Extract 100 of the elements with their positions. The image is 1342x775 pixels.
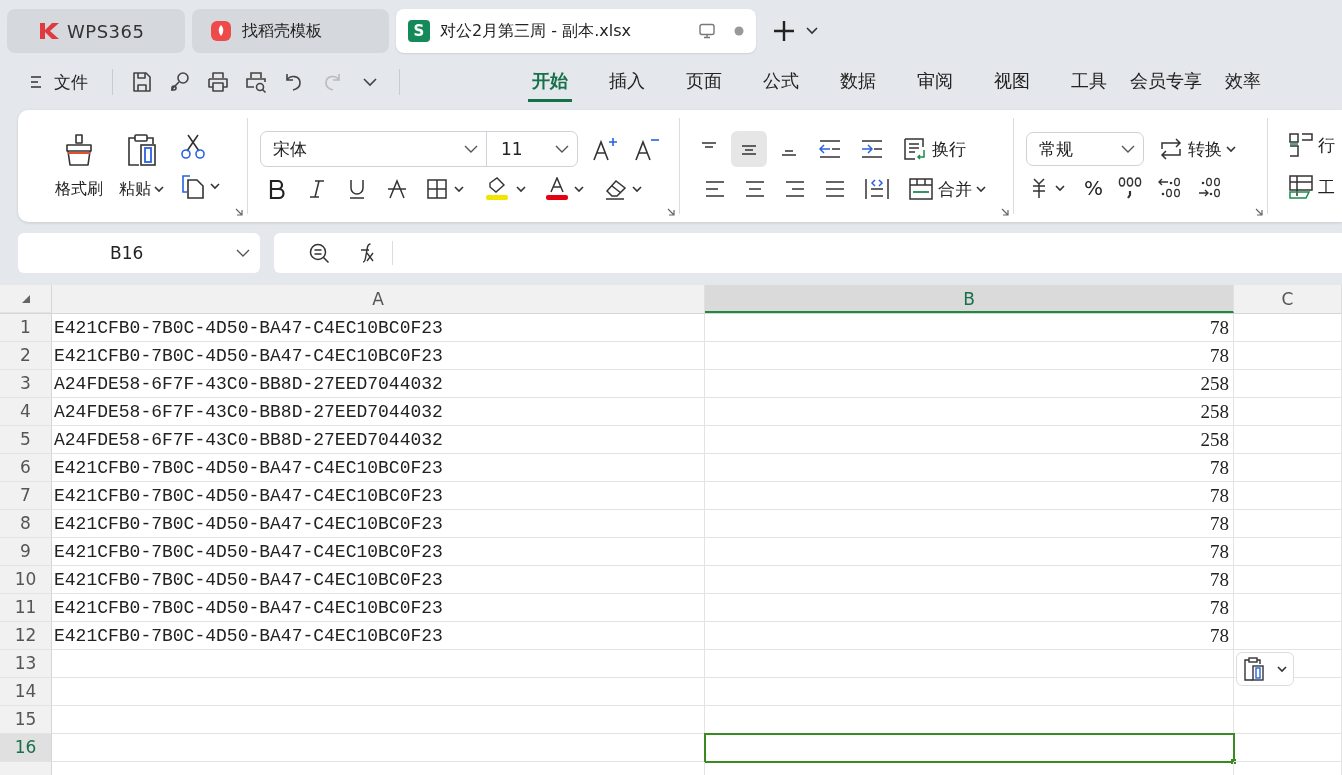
- menu-icon: [30, 74, 42, 90]
- table-cell: 258: [705, 426, 1234, 454]
- rows-columns-button[interactable]: 行: [1288, 132, 1335, 158]
- row-header[interactable]: 8: [0, 510, 52, 538]
- table-cell: 78: [705, 538, 1234, 566]
- convert-button[interactable]: 转换: [1158, 137, 1236, 161]
- scissors-icon[interactable]: [180, 133, 206, 159]
- table-cell: 78: [705, 594, 1234, 622]
- row-header[interactable]: 3: [0, 370, 52, 398]
- table-cell: 258: [705, 398, 1234, 426]
- table-cell: A24FDE58-6F7F-43C0-BB8D-27EED7044032: [52, 370, 705, 398]
- document-tab[interactable]: WPS365: [7, 9, 185, 53]
- chevron-down-icon[interactable]: [806, 27, 818, 35]
- merge-button[interactable]: 合并: [908, 177, 986, 201]
- justify-icon[interactable]: [824, 178, 846, 200]
- indent-icon[interactable]: [860, 138, 884, 160]
- align-center-icon[interactable]: [744, 178, 766, 200]
- eraser-icon[interactable]: [604, 177, 644, 201]
- row-header[interactable]: 6: [0, 454, 52, 482]
- column-header[interactable]: B: [705, 285, 1234, 313]
- row-header[interactable]: 4: [0, 398, 52, 426]
- thousands-separator-icon[interactable]: [1117, 176, 1143, 200]
- save-icon[interactable]: [130, 70, 154, 94]
- row-header[interactable]: 1: [0, 314, 52, 342]
- table-cell: A24FDE58-6F7F-43C0-BB8D-27EED7044032: [52, 426, 705, 454]
- corner-triangle-icon: [20, 294, 31, 304]
- ribbon-tab[interactable]: 数据: [819, 62, 896, 102]
- file-menu[interactable]: 文件: [30, 70, 88, 94]
- active-cell[interactable]: [705, 734, 1234, 762]
- format-painter-button[interactable]: 格式刷: [55, 132, 103, 200]
- document-tab[interactable]: S 对公2月第三周 - 副本.xlsx: [396, 9, 756, 53]
- ribbon-tab[interactable]: 插入: [588, 62, 665, 102]
- vertical-align-button[interactable]: [731, 131, 767, 167]
- distribute-icon[interactable]: [864, 177, 890, 201]
- formula-field[interactable]: [274, 233, 1342, 273]
- strikethrough-icon[interactable]: [386, 178, 408, 200]
- copy-icon[interactable]: [180, 173, 220, 199]
- number-format-select[interactable]: 常规: [1026, 132, 1144, 166]
- wrap-text-button[interactable]: 换行: [902, 136, 966, 162]
- fill-color-icon[interactable]: [484, 177, 528, 201]
- table-cell: E421CFB0-7B0C-4D50-BA47-C4EC10BC0F23: [52, 622, 705, 650]
- decrease-font-icon[interactable]: [634, 136, 662, 162]
- align-left-icon[interactable]: [704, 178, 726, 200]
- expand-icon[interactable]: [1255, 208, 1263, 216]
- key-icon[interactable]: [168, 70, 192, 94]
- expand-icon[interactable]: [235, 208, 243, 216]
- increase-font-icon[interactable]: [592, 136, 620, 162]
- row-header[interactable]: 10: [0, 566, 52, 594]
- table-cell: E421CFB0-7B0C-4D50-BA47-C4EC10BC0F23: [52, 482, 705, 510]
- ribbon-tab[interactable]: 工具: [1050, 62, 1127, 102]
- font-color-icon[interactable]: [546, 177, 586, 201]
- document-tab[interactable]: 找稻壳模板: [192, 9, 389, 53]
- tab-label: 对公2月第三周 - 副本.xlsx: [440, 20, 632, 42]
- name-box[interactable]: B16: [18, 233, 260, 273]
- print-icon[interactable]: [206, 70, 230, 94]
- expand-icon[interactable]: [667, 208, 675, 216]
- monitor-icon[interactable]: [698, 23, 716, 39]
- row-header[interactable]: 2: [0, 342, 52, 370]
- print-preview-icon[interactable]: [244, 70, 268, 94]
- ribbon-tab[interactable]: 效率: [1204, 62, 1281, 102]
- row-header[interactable]: 16: [0, 734, 52, 762]
- new-tab-icon[interactable]: [773, 20, 795, 42]
- table-cell: E421CFB0-7B0C-4D50-BA47-C4EC10BC0F23: [52, 594, 705, 622]
- ribbon-tab[interactable]: 页面: [665, 62, 742, 102]
- ribbon-tab[interactable]: 审阅: [896, 62, 973, 102]
- worksheet-button[interactable]: 工: [1288, 174, 1335, 200]
- expand-icon[interactable]: [1001, 208, 1009, 216]
- ribbon-tab[interactable]: 会员专享: [1127, 62, 1204, 102]
- ribbon-tab[interactable]: 开始: [528, 62, 572, 102]
- chevron-down-icon: [236, 249, 250, 257]
- table-cell: 78: [705, 454, 1234, 482]
- outdent-icon[interactable]: [818, 138, 842, 160]
- row-header[interactable]: 7: [0, 482, 52, 510]
- row-header[interactable]: 15: [0, 706, 52, 734]
- ribbon-tab[interactable]: 公式: [742, 62, 819, 102]
- table-cell: 258: [705, 370, 1234, 398]
- rows-columns-icon: [1288, 132, 1314, 158]
- paste-button[interactable]: 粘贴: [119, 132, 164, 200]
- table-cell: 78: [705, 622, 1234, 650]
- row-header[interactable]: 9: [0, 538, 52, 566]
- paste-options-button[interactable]: [1236, 652, 1294, 686]
- merge-cells-icon: [908, 177, 934, 201]
- row-header[interactable]: 11: [0, 594, 52, 622]
- row-header[interactable]: 13: [0, 650, 52, 678]
- wrap-text-icon: [902, 136, 928, 162]
- table-cell: E421CFB0-7B0C-4D50-BA47-C4EC10BC0F23: [52, 510, 705, 538]
- table-cell: E421CFB0-7B0C-4D50-BA47-C4EC10BC0F23: [52, 538, 705, 566]
- row-header[interactable]: 5: [0, 426, 52, 454]
- increase-decimal-icon[interactable]: [1197, 176, 1223, 200]
- align-right-icon[interactable]: [784, 178, 806, 200]
- borders-icon[interactable]: [426, 178, 466, 200]
- zoom-out-icon[interactable]: [308, 242, 330, 264]
- ribbon-tab[interactable]: 视图: [973, 62, 1050, 102]
- row-header[interactable]: 12: [0, 622, 52, 650]
- row-header[interactable]: 14: [0, 678, 52, 706]
- align-bottom-icon: [781, 149, 797, 157]
- percent-button[interactable]: %: [1084, 176, 1103, 200]
- brush-icon: [63, 132, 95, 167]
- column-header[interactable]: C: [1234, 285, 1342, 313]
- decrease-decimal-icon[interactable]: [1157, 176, 1183, 200]
